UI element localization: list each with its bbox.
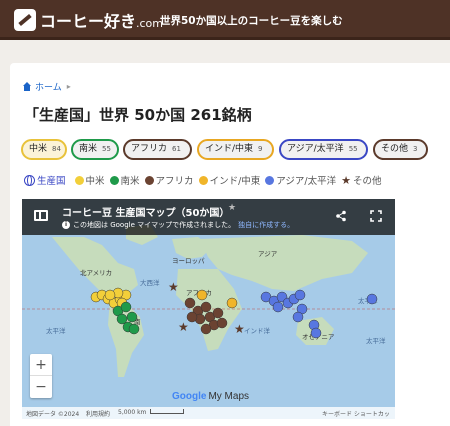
chip-central-america[interactable]: 中米 84 xyxy=(21,139,67,160)
zoom-out-button[interactable]: − xyxy=(30,376,52,398)
other-country-marker[interactable]: ★ xyxy=(178,320,189,334)
home-icon xyxy=(22,81,32,92)
chip-asia-pacific[interactable]: アジア/太平洋 55 xyxy=(279,139,368,160)
country-marker[interactable] xyxy=(294,289,306,301)
fullscreen-icon[interactable] xyxy=(370,210,382,222)
chip-other[interactable]: その他 3 xyxy=(373,139,428,160)
legend-asia-pacific: アジア/太平洋 xyxy=(276,176,337,187)
chip-south-america[interactable]: 南米 55 xyxy=(71,139,119,160)
map-data-attribution: 地図データ ©2024 xyxy=(26,411,80,418)
google-my-maps-logo: Google My Maps xyxy=(172,391,249,402)
legend-other: その他 xyxy=(352,176,382,187)
country-marker[interactable] xyxy=(200,323,212,335)
chip-count: 3 xyxy=(413,145,418,153)
label-pacific-left: 太平洋 xyxy=(46,326,66,335)
map-subtitle: この地図は Google マイマップで作成されました。 xyxy=(73,221,236,229)
site-tagline: 世界50か国以上のコーヒー豆を楽しむ xyxy=(160,15,343,27)
legend-dot-icon xyxy=(74,175,84,185)
map-title: コーヒー豆 生産国マップ（50か国） xyxy=(62,208,230,219)
country-marker[interactable] xyxy=(126,311,138,323)
country-marker[interactable] xyxy=(184,297,196,309)
map-attribution-bar: 地図データ ©2024 利用規約 5,000 km キーボード ショートカット xyxy=(22,407,395,419)
country-marker[interactable] xyxy=(292,311,304,323)
chip-label: 中米 xyxy=(29,144,48,154)
country-marker[interactable] xyxy=(272,301,284,313)
google-wordmark: Google xyxy=(172,391,207,402)
label-pacific-right-2: 太平洋 xyxy=(366,336,386,345)
chip-label: インド/中東 xyxy=(205,144,254,154)
country-marker[interactable] xyxy=(366,293,378,305)
chip-count: 61 xyxy=(172,145,181,153)
chip-label: アフリカ xyxy=(131,144,168,154)
label-atlantic: 大西洋 xyxy=(140,278,160,287)
site-logo[interactable]: コーヒー好き.com xyxy=(14,8,163,32)
country-marker[interactable] xyxy=(196,289,208,301)
legend-south-america: 南米 xyxy=(120,176,140,187)
producer-map[interactable]: ヨーロッパ アジア 北アメリカ 大西洋 アフリカ 太平洋 インド洋 オセアニア … xyxy=(22,199,395,419)
zoom-controls: + − xyxy=(30,354,52,398)
chip-label: 南米 xyxy=(79,144,98,154)
logo-text: コーヒー好き xyxy=(40,12,137,31)
legend-dot-icon xyxy=(198,175,208,185)
my-maps-wordmark: My Maps xyxy=(208,391,250,402)
chip-india-middle-east[interactable]: インド/中東 9 xyxy=(197,139,274,160)
legend-title: 生産国 xyxy=(37,176,66,187)
scale-label: 5,000 km xyxy=(118,409,147,416)
breadcrumb-separator-icon: ▸ xyxy=(66,82,71,91)
legend-africa: アフリカ xyxy=(155,176,194,187)
logo-suffix: .com xyxy=(136,17,164,30)
country-marker[interactable] xyxy=(226,297,238,309)
chip-count: 55 xyxy=(348,145,358,153)
info-icon: i xyxy=(62,221,70,229)
chip-count: 55 xyxy=(102,145,111,153)
breadcrumb: ホーム ▸ xyxy=(22,80,71,93)
other-country-marker[interactable]: ★ xyxy=(168,280,179,294)
site-header: コーヒー好き.com 世界50か国以上のコーヒー豆を楽しむ xyxy=(0,0,450,40)
chip-label: アジア/太平洋 xyxy=(287,144,344,154)
legend-dot-icon xyxy=(109,175,119,185)
zoom-in-button[interactable]: + xyxy=(30,354,52,376)
country-marker[interactable] xyxy=(120,301,132,313)
legend-dot-icon xyxy=(265,175,275,185)
country-marker[interactable] xyxy=(310,327,322,339)
label-indian-ocean: インド洋 xyxy=(244,326,271,335)
chip-label: その他 xyxy=(381,144,409,154)
country-marker[interactable] xyxy=(212,307,224,319)
content-card: ホーム ▸ 「生産国」世界 50か国 261銘柄 中米 84 南米 55 アフリカ 6… xyxy=(10,63,450,426)
label-north-america: 北アメリカ xyxy=(80,269,112,277)
country-marker[interactable] xyxy=(128,323,140,335)
keyboard-shortcuts-link[interactable]: キーボード ショートカット xyxy=(322,409,395,419)
country-marker[interactable] xyxy=(104,289,116,301)
breadcrumb-home-link[interactable]: ホーム xyxy=(35,80,62,93)
chip-africa[interactable]: アフリカ 61 xyxy=(123,139,192,160)
create-own-map-link[interactable]: 独自に作成する。 xyxy=(238,220,294,230)
logo-mark-icon xyxy=(14,9,36,31)
chip-count: 9 xyxy=(258,145,263,153)
scale-bar xyxy=(150,409,184,414)
legend-central-america: 中米 xyxy=(85,176,105,187)
legend-dot-icon xyxy=(144,175,154,185)
globe-icon xyxy=(24,174,35,186)
side-panel-icon[interactable] xyxy=(34,210,48,221)
page-title: 「生産国」世界 50か国 261銘柄 xyxy=(24,106,252,124)
chip-count: 84 xyxy=(52,145,61,153)
map-legend: 生産国 中米 南米 アフリカ インド/中東 アジア/太平洋 ★ その他 xyxy=(24,173,383,187)
legend-star-icon: ★ xyxy=(341,173,351,187)
label-europe: ヨーロッパ xyxy=(172,257,205,265)
label-asia: アジア xyxy=(258,250,278,258)
country-marker[interactable] xyxy=(216,317,228,329)
legend-india-middle-east: インド/中東 xyxy=(209,176,261,187)
terms-link[interactable]: 利用規約 xyxy=(86,409,110,418)
share-icon[interactable] xyxy=(335,210,347,222)
map-title-bar: コーヒー豆 生産国マップ（50か国） ★ i この地図は Google マイマッ… xyxy=(22,199,395,235)
other-country-marker[interactable]: ★ xyxy=(234,322,245,336)
country-marker[interactable] xyxy=(200,301,212,313)
favorite-star-icon[interactable]: ★ xyxy=(228,203,236,213)
